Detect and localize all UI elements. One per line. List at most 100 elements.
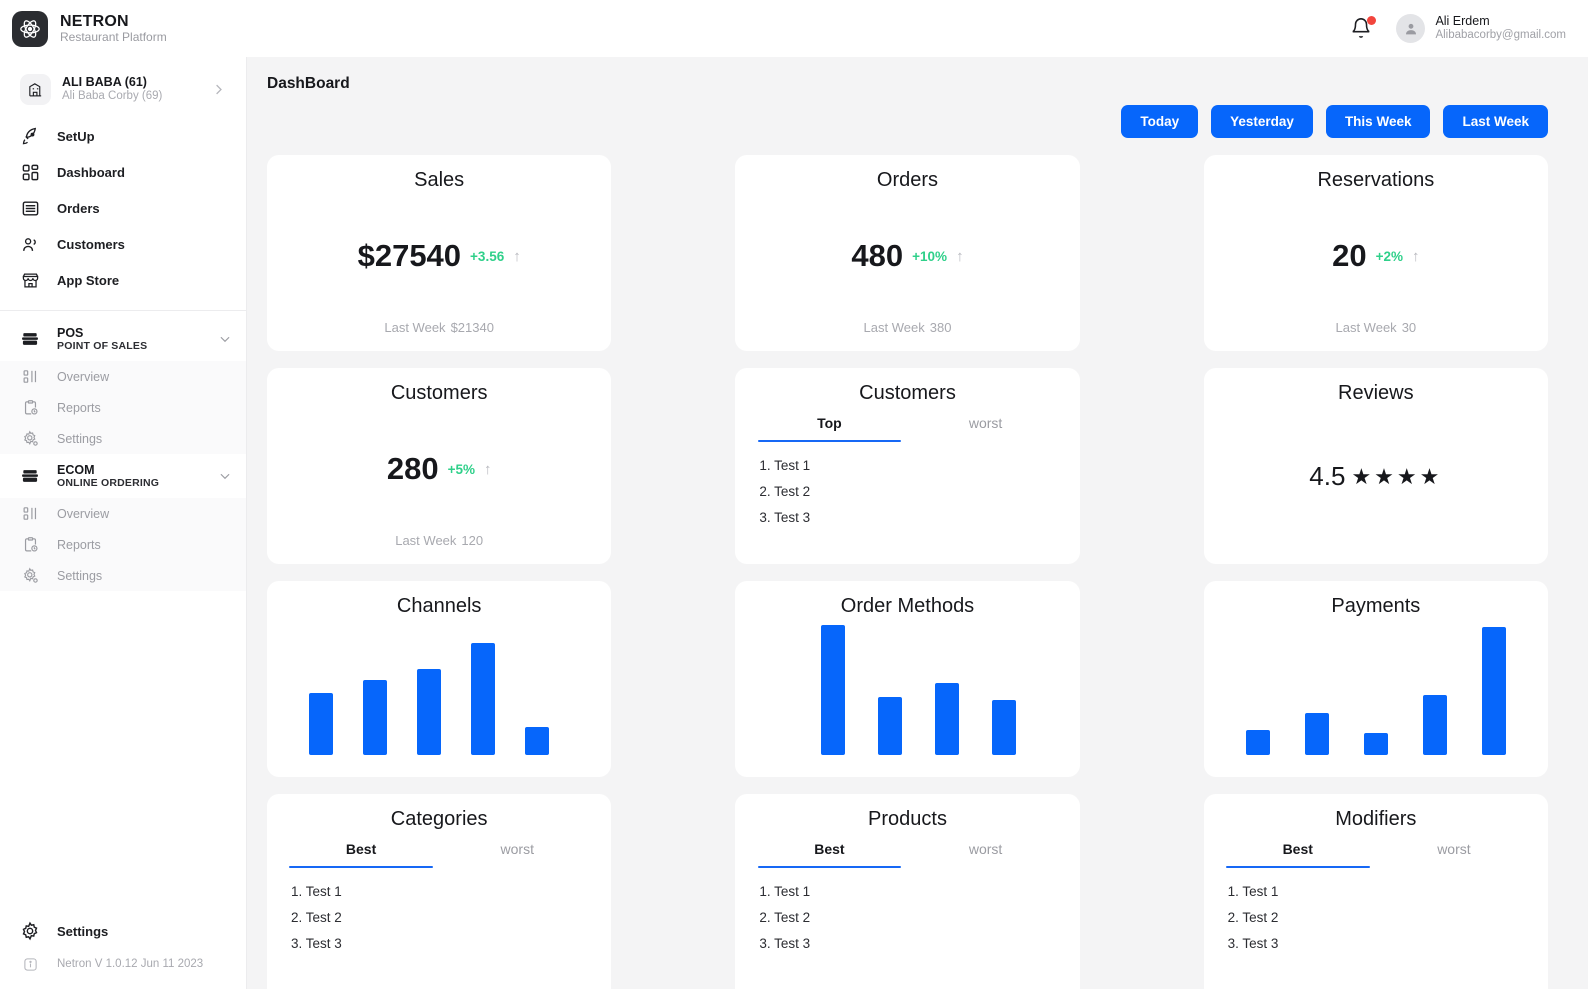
bar (821, 625, 846, 755)
tab-top[interactable]: Top (751, 415, 907, 442)
card-title: Order Methods (840, 595, 975, 617)
sidebar-label: Reports (57, 400, 101, 415)
ranking-list: 1. Test 1 2. Test 2 3. Test 3 (1220, 879, 1532, 957)
categories-card: Categories Best worst 1. Test 1 2. Test … (267, 794, 612, 989)
list-item: 1. Test 1 (291, 884, 342, 899)
list-item: 2. Test 2 (759, 484, 811, 500)
list-item: 2. Test 2 (291, 910, 342, 926)
sidebar-label: App Store (57, 272, 120, 288)
payments-bar-chart (1220, 618, 1532, 761)
sidebar-label: Settings (57, 923, 109, 939)
sidebar: ALI BABA (61) Ali Baba Corby (69) SetUp (0, 57, 247, 989)
sidebar-subitem-ecom-reports[interactable]: Reports (0, 529, 246, 560)
tab-label: worst (968, 841, 1003, 857)
sidebar-item-dashboard[interactable]: Dashboard (0, 154, 246, 190)
group-subtitle: ONLINE ORDERING (57, 477, 160, 490)
report-icon (19, 399, 41, 416)
sidebar-subitem-pos-settings[interactable]: Settings (0, 423, 246, 454)
filter-yesterday-button[interactable]: Yesterday (1211, 105, 1313, 138)
gear-icon (19, 430, 41, 447)
kpi-delta: +3.56 (470, 248, 505, 264)
tab-worst[interactable]: worst (908, 841, 1064, 868)
app-root: NETRON Restaurant Platform Ali Erdem Ali… (0, 0, 1588, 989)
bar (363, 680, 387, 755)
kpi-previous-label: Last Week (384, 320, 446, 335)
brand[interactable]: NETRON Restaurant Platform (12, 10, 167, 47)
atom-icon (12, 10, 48, 47)
list-item: 2. Test 2 (759, 910, 811, 926)
charts-row: Channels Order Methods Payments (267, 581, 1548, 777)
sidebar-group-pos[interactable]: POS POINT OF SALES (0, 317, 246, 361)
bottom-lists-row: Categories Best worst 1. Test 1 2. Test … (267, 794, 1548, 989)
list-item: 1. Test 1 (759, 458, 811, 473)
sidebar-subitem-pos-reports[interactable]: Reports (0, 392, 246, 423)
sidebar-subitem-ecom-settings[interactable]: Settings (0, 560, 246, 591)
user-avatar-icon (1396, 14, 1426, 43)
list-item: 2. Test 2 (1227, 910, 1279, 926)
grid-icon (19, 163, 41, 182)
sidebar-label: Orders (57, 200, 100, 216)
sidebar-item-orders[interactable]: Orders (0, 190, 246, 226)
tab-best[interactable]: Best (283, 841, 439, 868)
list-item: 3. Test 3 (1227, 936, 1279, 952)
tab-worst[interactable]: worst (439, 841, 595, 868)
sidebar-subitem-pos-overview[interactable]: Overview (0, 361, 246, 392)
group-title: POS (57, 325, 84, 340)
ranking-list: 1. Test 1 2. Test 2 3. Test 3 (751, 879, 1063, 957)
tab-best[interactable]: Best (751, 841, 907, 868)
sidebar-subitem-ecom-overview[interactable]: Overview (0, 498, 246, 529)
chart-icon (19, 368, 41, 385)
sidebar-item-settings[interactable]: Settings (0, 911, 246, 951)
bar (992, 700, 1017, 755)
card-title: Reviews (1338, 382, 1414, 404)
sidebar-item-customers[interactable]: Customers (0, 226, 246, 262)
notifications-button[interactable] (1350, 15, 1377, 41)
kpi-card-orders: Orders 480 +10% ↑ Last Week 380 (735, 155, 1080, 351)
trend-up-icon: ↑ (956, 247, 964, 265)
tab-worst[interactable]: worst (1376, 841, 1532, 868)
sidebar-group-ecom[interactable]: ECOM ONLINE ORDERING (0, 454, 246, 498)
sidebar-item-app-store[interactable]: App Store (0, 262, 246, 298)
main-content: DashBoard Today Yesterday This Week Last… (247, 57, 1588, 989)
tab-best[interactable]: Best (1220, 841, 1376, 868)
chart-card-channels: Channels (267, 581, 612, 777)
ranking-list: 1. Test 1 2. Test 2 3. Test 3 (751, 453, 1063, 531)
sidebar-label: SetUp (57, 128, 95, 144)
kpi-previous: Last Week $21340 (283, 320, 595, 335)
chart-card-payments: Payments (1203, 581, 1548, 777)
trend-up-icon: ↑ (483, 460, 492, 478)
brand-subtitle: Restaurant Platform (60, 29, 167, 44)
tab-label: Best (345, 841, 377, 857)
card-title: Products (868, 808, 947, 830)
bar (309, 693, 333, 755)
bar (878, 697, 903, 755)
order-methods-bar-chart (751, 618, 1063, 761)
report-icon (19, 536, 41, 553)
list-item: 1. Test 1 (759, 884, 811, 899)
chart-card-order-methods: Order Methods (735, 581, 1080, 777)
org-switcher[interactable]: ALI BABA (61) Ali Baba Corby (69) (12, 67, 234, 112)
kpi-delta: +2% (1375, 248, 1404, 264)
building-icon (20, 74, 51, 105)
filter-last-week-button[interactable]: Last Week (1443, 105, 1548, 138)
kpi-previous-value: $21340 (450, 320, 494, 335)
kpi-previous-value: 120 (461, 533, 484, 548)
user-name: Ali Erdem (1435, 14, 1490, 29)
sidebar-divider (0, 310, 246, 311)
kpi-delta: +10% (912, 248, 948, 264)
ranking-list: 1. Test 1 2. Test 2 3. Test 3 (283, 879, 595, 957)
filter-this-week-button[interactable]: This Week (1325, 105, 1431, 138)
card-title: Customers (859, 382, 956, 404)
sidebar-label: Settings (57, 431, 103, 446)
chevron-right-icon (216, 84, 222, 95)
card-title: Customers (390, 382, 488, 404)
user-menu[interactable]: Ali Erdem Alibabacorby@gmail.com (1396, 14, 1566, 43)
card-title: Payments (1331, 595, 1421, 617)
sidebar-label: Dashboard (57, 164, 125, 180)
list-item: 3. Test 3 (291, 936, 342, 952)
filter-today-button[interactable]: Today (1121, 105, 1199, 138)
chart-icon (19, 505, 41, 522)
tab-worst[interactable]: worst (908, 415, 1064, 442)
list-item: 3. Test 3 (759, 936, 811, 952)
sidebar-item-setup[interactable]: SetUp (0, 118, 246, 154)
